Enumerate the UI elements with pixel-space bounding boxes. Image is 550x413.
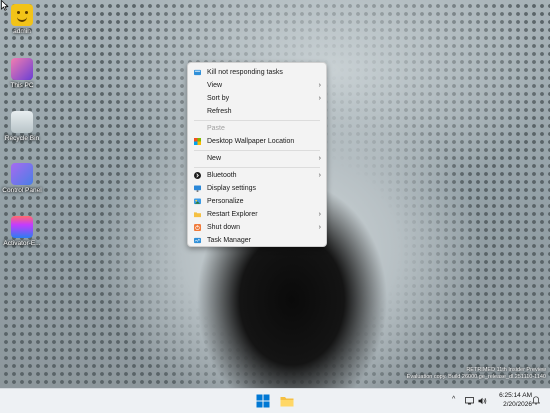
monitor-icon xyxy=(11,58,33,80)
chevron-right-icon: › xyxy=(318,95,321,102)
user-face-icon xyxy=(11,4,33,26)
menu-item-label: Refresh xyxy=(207,108,232,115)
volume-icon[interactable] xyxy=(478,397,487,405)
desktop-icon-this-pc[interactable]: This PC xyxy=(0,58,44,90)
menu-item-label: Kill not responding tasks xyxy=(207,69,283,76)
task-manager-icon xyxy=(194,237,201,244)
file-explorer-icon[interactable] xyxy=(280,394,294,408)
menu-item-task-manager[interactable]: Task Manager xyxy=(188,234,326,247)
display-icon xyxy=(194,185,201,192)
menu-item-label: Paste xyxy=(207,125,225,132)
menu-item-kill-not-responding[interactable]: Kill not responding tasks xyxy=(188,66,326,79)
menu-item-new[interactable]: New › xyxy=(188,152,326,165)
control-panel-icon xyxy=(11,163,33,185)
build-watermark: RETRIMED 11th Insider Preview Evaluation… xyxy=(407,367,546,381)
power-icon xyxy=(194,224,201,231)
tray-overflow-chevron-icon[interactable]: ^ xyxy=(452,396,455,403)
personalize-icon xyxy=(194,198,201,205)
menu-item-sort-by[interactable]: Sort by › xyxy=(188,92,326,105)
desktop-icon-label: This PC xyxy=(10,82,34,89)
wallpaper-icon xyxy=(194,138,201,145)
menu-item-bluetooth[interactable]: Bluetooth › xyxy=(188,169,326,182)
chevron-right-icon: › xyxy=(318,211,321,218)
chevron-right-icon: › xyxy=(318,224,321,231)
menu-item-label: Restart Explorer xyxy=(207,211,258,218)
menu-separator xyxy=(194,150,320,151)
mouse-cursor-icon xyxy=(1,0,9,11)
explorer-icon xyxy=(194,212,201,218)
clock-time: 6:25:14 AM xyxy=(499,392,532,399)
chevron-right-icon: › xyxy=(318,172,321,179)
clock-date: 2/20/2026 xyxy=(503,401,532,408)
watermark-line-2: Evaluation copy. Build 26000.ge_release_… xyxy=(406,374,546,380)
menu-item-wallpaper-location[interactable]: Desktop Wallpaper Location xyxy=(188,135,326,148)
menu-item-label: View xyxy=(207,82,223,89)
menu-item-label: Personalize xyxy=(207,198,244,205)
menu-item-label: Sort by xyxy=(207,95,230,102)
menu-separator xyxy=(194,167,320,168)
menu-item-label: Task Manager xyxy=(207,237,251,244)
taskbar: ^ 6:25:14 AM 2/20/2026 xyxy=(0,388,550,413)
desktop-icon-label: admin xyxy=(13,28,31,35)
menu-item-personalize[interactable]: Personalize xyxy=(188,195,326,208)
menu-separator xyxy=(194,120,320,121)
menu-item-label: Shut down xyxy=(207,224,241,231)
bluetooth-icon xyxy=(194,172,201,179)
menu-item-label: Desktop Wallpaper Location xyxy=(207,138,295,145)
menu-item-refresh[interactable]: Refresh xyxy=(188,105,326,118)
desktop-icon-label: Control Panel xyxy=(2,187,42,194)
menu-item-shut-down[interactable]: Shut down › xyxy=(188,221,326,234)
windows-start-icon[interactable] xyxy=(256,394,270,408)
chevron-right-icon: › xyxy=(318,82,321,89)
task-manager-icon xyxy=(194,69,201,76)
menu-item-label: New xyxy=(207,155,222,162)
menu-item-view[interactable]: View › xyxy=(188,79,326,92)
menu-item-display-settings[interactable]: Display settings xyxy=(188,182,326,195)
network-icon[interactable] xyxy=(465,397,474,405)
desktop-context-menu: Kill not responding tasks View › Sort by… xyxy=(187,62,327,247)
activator-icon xyxy=(11,216,33,238)
menu-item-paste: Paste xyxy=(188,122,326,135)
desktop-icon-activator[interactable]: Activator-E... xyxy=(0,216,44,248)
notification-icon[interactable] xyxy=(532,396,540,405)
taskbar-clock[interactable]: 6:25:14 AM 2/20/2026 xyxy=(499,391,532,409)
menu-item-label: Bluetooth xyxy=(207,172,237,179)
menu-item-restart-explorer[interactable]: Restart Explorer › xyxy=(188,208,326,221)
desktop-icon-control-panel[interactable]: Control Panel xyxy=(0,163,44,195)
desktop-icon-label: Activator-E... xyxy=(3,240,41,247)
recycle-bin-icon xyxy=(11,111,33,133)
watermark-line-1: RETRIMED 11th Insider Preview xyxy=(466,367,546,373)
menu-item-label: Display settings xyxy=(207,185,257,192)
desktop-icon-recycle-bin[interactable]: Recycle Bin xyxy=(0,111,44,143)
chevron-right-icon: › xyxy=(318,155,321,162)
desktop-icon-label: Recycle Bin xyxy=(4,135,40,142)
